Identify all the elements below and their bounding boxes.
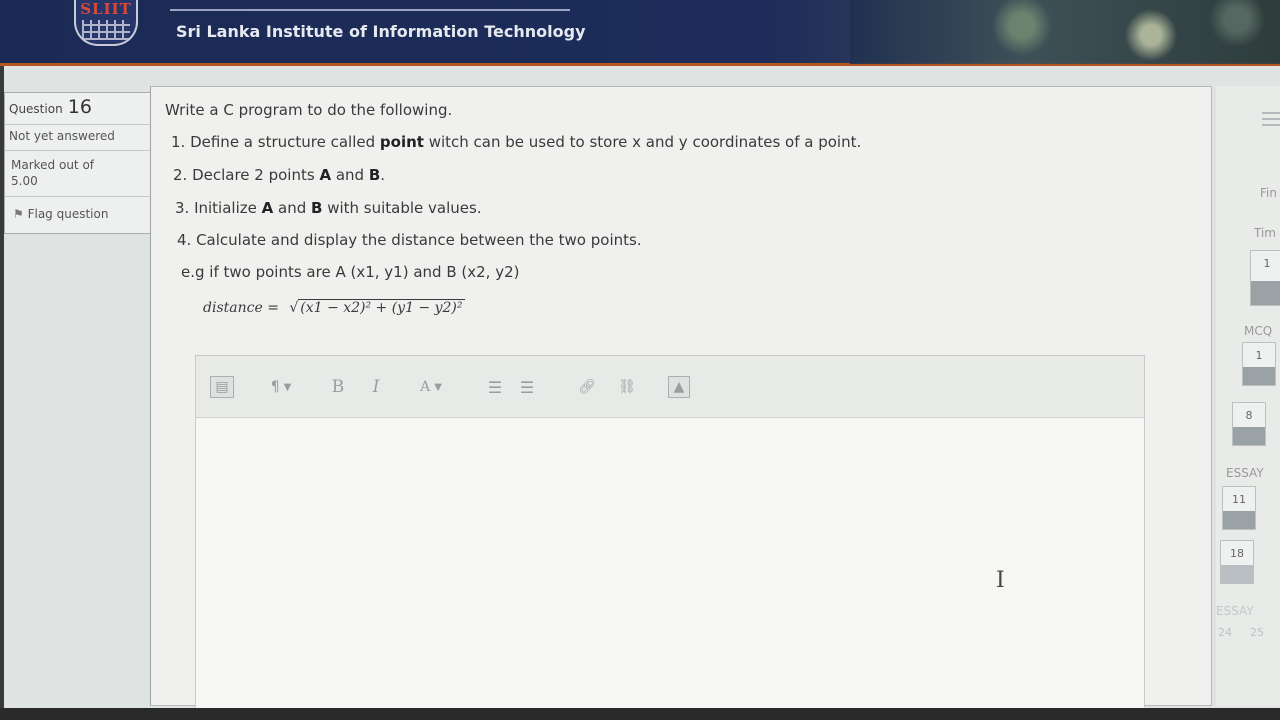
- header-divider: [170, 9, 570, 11]
- formula-radicand: (x1 − x2)² + (y1 − y2)²: [298, 299, 465, 316]
- logo-grid-icon: [82, 20, 130, 40]
- essay-section-label: ESSAY: [1226, 466, 1264, 480]
- timer-box: 1: [1250, 250, 1280, 306]
- nav-question-1-label: 1: [1255, 349, 1263, 362]
- question-label: Question: [9, 102, 63, 116]
- step2-point-a: A: [319, 166, 332, 184]
- distance-formula: distance = √ (x1 − x2)² + (y1 − y2)²: [203, 299, 465, 316]
- nav-question-8-bar: [1233, 427, 1265, 445]
- nav-question-18[interactable]: 18: [1220, 540, 1254, 584]
- header-banner-image: [850, 0, 1280, 64]
- italic-button[interactable]: I: [366, 376, 386, 398]
- question-step-4: 4. Calculate and display the distance be…: [177, 231, 642, 249]
- numbered-list-icon[interactable]: ☰: [516, 376, 538, 398]
- font-color-dropdown[interactable]: A ▼: [408, 376, 454, 398]
- logo-text: SLIIT: [80, 0, 132, 18]
- step3-text: 3. Initialize: [175, 199, 262, 217]
- screen-bezel-bottom: [0, 708, 1280, 720]
- question-step-2: 2. Declare 2 points A and B.: [173, 166, 385, 184]
- question-number: 16: [67, 96, 92, 118]
- menu-bar-2: [1262, 118, 1280, 120]
- nav-question-1-bar: [1243, 367, 1275, 385]
- finish-link[interactable]: Fin: [1260, 186, 1277, 200]
- sliit-logo[interactable]: SLIIT: [74, 0, 138, 46]
- step2-text: 2. Declare 2 points: [173, 166, 320, 184]
- answer-text-area[interactable]: [196, 418, 1144, 708]
- step2-point-b: B: [368, 166, 381, 184]
- answer-editor: ▤ ¶ ▼ B I A ▼ ☰ ☰ 🔗︎ ⛓︎ ▲ I: [195, 355, 1145, 708]
- bold-button[interactable]: B: [328, 376, 348, 398]
- flag-question-link[interactable]: ⚑ Flag question: [5, 197, 151, 233]
- nav-question-8[interactable]: 8: [1232, 402, 1266, 446]
- toolbar-toggle-icon[interactable]: ▤: [210, 376, 234, 398]
- question-number-row: Question 16: [5, 93, 151, 125]
- time-label: Tim: [1254, 226, 1276, 240]
- nav-question-8-label: 8: [1245, 409, 1253, 422]
- nav-question-11-label: 11: [1232, 493, 1246, 506]
- nav-question-24[interactable]: 24: [1218, 626, 1232, 639]
- question-marks: Marked out of 5.00: [5, 151, 151, 197]
- bullet-list-icon[interactable]: ☰: [484, 376, 506, 398]
- formula-lhs: distance =: [203, 300, 279, 316]
- step2-period: .: [380, 166, 386, 184]
- question-step-3: 3. Initialize A and B with suitable valu…: [175, 199, 482, 217]
- link-icon[interactable]: 🔗︎: [576, 376, 598, 398]
- font-color-label: A: [420, 379, 431, 395]
- marked-label: Marked out of: [11, 158, 95, 172]
- step1-bold: point: [379, 133, 424, 151]
- status-text: Not yet answered: [9, 129, 115, 143]
- step1-text: 1. Define a structure called: [171, 133, 380, 151]
- step3-text-end: with suitable values.: [322, 199, 482, 217]
- paragraph-style-dropdown[interactable]: ¶ ▼: [260, 376, 302, 398]
- nav-question-18-bar: [1221, 565, 1253, 583]
- menu-icon[interactable]: [1262, 112, 1280, 126]
- nav-question-25[interactable]: 25: [1250, 626, 1264, 639]
- step3-and: and: [273, 199, 311, 217]
- chevron-down-icon: ▼: [283, 381, 292, 393]
- nav-question-11[interactable]: 11: [1222, 486, 1256, 530]
- quiz-navigation-panel: Fin Tim 1 MCQ 1 8 ESSAY 11 18 ESSAY 24 2…: [1216, 86, 1280, 706]
- step3-point-b: B: [311, 199, 323, 217]
- unlink-icon[interactable]: ⛓︎: [616, 376, 638, 398]
- question-step-1: 1. Define a structure called point witch…: [171, 133, 861, 151]
- nav-question-18-label: 18: [1230, 547, 1244, 560]
- insert-image-icon[interactable]: ▲: [668, 376, 690, 398]
- essay-section-label-2: ESSAY: [1216, 604, 1254, 618]
- sqrt-icon: √: [289, 300, 299, 316]
- site-header: SLIIT Sri Lanka Institute of Information…: [0, 0, 1280, 66]
- question-content-panel: Write a C program to do the following. 1…: [150, 86, 1212, 708]
- question-example: e.g if two points are A (x1, y1) and B (…: [181, 263, 520, 281]
- question-status: Not yet answered: [5, 125, 151, 151]
- editor-toolbar: ▤ ¶ ▼ B I A ▼ ☰ ☰ 🔗︎ ⛓︎ ▲: [196, 356, 1144, 418]
- flag-question-label: Flag question: [27, 207, 109, 221]
- nav-question-1[interactable]: 1: [1242, 342, 1276, 386]
- institute-name: Sri Lanka Institute of Information Techn…: [176, 22, 586, 41]
- step3-point-a: A: [261, 199, 274, 217]
- marks-value: 5.00: [11, 174, 38, 188]
- question-intro: Write a C program to do the following.: [165, 101, 453, 119]
- menu-bar-3: [1262, 124, 1280, 126]
- timer-bar: [1251, 281, 1280, 305]
- question-info-box: Question 16 Not yet answered Marked out …: [4, 92, 152, 234]
- timer-value: 1: [1263, 257, 1271, 270]
- nav-question-11-bar: [1223, 511, 1255, 529]
- chevron-down-icon: ▼: [434, 381, 442, 393]
- menu-bar-1: [1262, 112, 1280, 114]
- step2-and: and: [331, 166, 369, 184]
- step1-text-end: witch can be used to store x and y coord…: [423, 133, 862, 151]
- mcq-section-label: MCQ: [1244, 324, 1273, 338]
- flag-icon: ⚑: [13, 207, 24, 221]
- paragraph-icon: ¶: [270, 379, 280, 395]
- text-cursor-icon: I: [996, 568, 1005, 593]
